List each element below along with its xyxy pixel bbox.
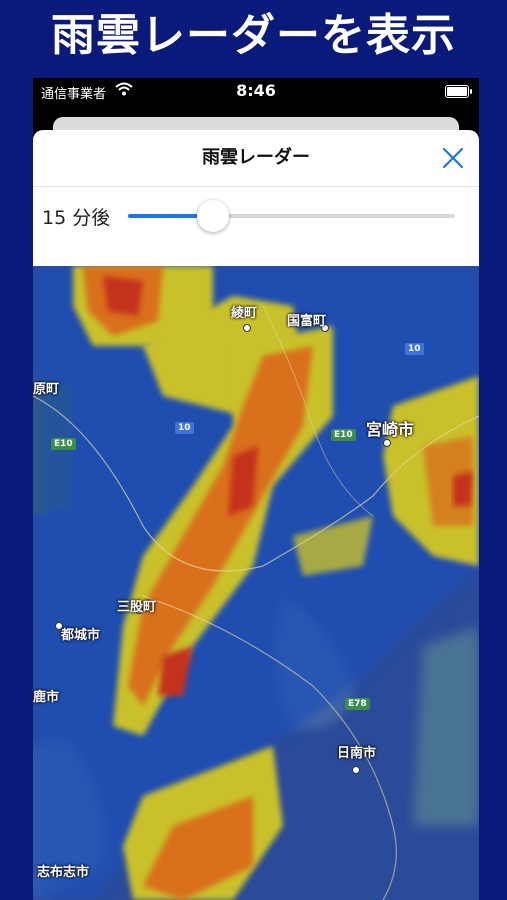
time-slider[interactable] bbox=[128, 200, 455, 232]
radar-map[interactable]: 綾町 国富町 宮崎市 三股町 都城市 日南市 志布志市 原町 鹿市 10 10 … bbox=[33, 266, 479, 900]
status-time: 8:46 bbox=[236, 81, 276, 100]
place-label: 志布志市 bbox=[37, 865, 90, 880]
place-label: 鹿市 bbox=[33, 690, 60, 705]
route-badge: 10 bbox=[175, 422, 194, 434]
close-icon[interactable] bbox=[441, 146, 465, 170]
place-label: 都城市 bbox=[61, 628, 101, 643]
phone-screen: 通信事業者 8:46 雨雲レーダー 15 分後 綾町 国富町 宮崎市 三股町 都… bbox=[33, 78, 479, 900]
slider-thumb[interactable] bbox=[197, 200, 230, 232]
sheet-title: 雨雲レーダー bbox=[202, 147, 310, 168]
place-label: 日南市 bbox=[337, 746, 377, 761]
place-label: 綾町 bbox=[231, 306, 258, 321]
radar-sheet: 雨雲レーダー 15 分後 綾町 国富町 宮崎市 三股町 都城市 日南市 志布志市… bbox=[33, 130, 479, 900]
place-label: 国富町 bbox=[287, 314, 327, 329]
route-badge: E78 bbox=[345, 698, 370, 710]
place-label: 原町 bbox=[33, 382, 60, 397]
promo-title: 雨雲レーダーを表示 bbox=[51, 10, 456, 61]
battery-icon bbox=[445, 85, 472, 98]
route-badge: E10 bbox=[331, 429, 356, 441]
city-dot bbox=[243, 324, 251, 332]
place-label: 三股町 bbox=[117, 600, 157, 615]
nav-bar: 雨雲レーダー bbox=[33, 130, 479, 187]
city-dot bbox=[352, 766, 360, 774]
time-slider-row: 15 分後 bbox=[33, 187, 479, 265]
city-dot bbox=[383, 439, 391, 447]
route-badge: 10 bbox=[405, 343, 424, 355]
radar-overlay bbox=[33, 266, 479, 900]
place-label: 宮崎市 bbox=[366, 420, 415, 439]
status-bar: 通信事業者 8:46 bbox=[33, 78, 479, 106]
route-badge: E10 bbox=[51, 438, 76, 450]
forecast-time-label: 15 分後 bbox=[42, 207, 111, 229]
